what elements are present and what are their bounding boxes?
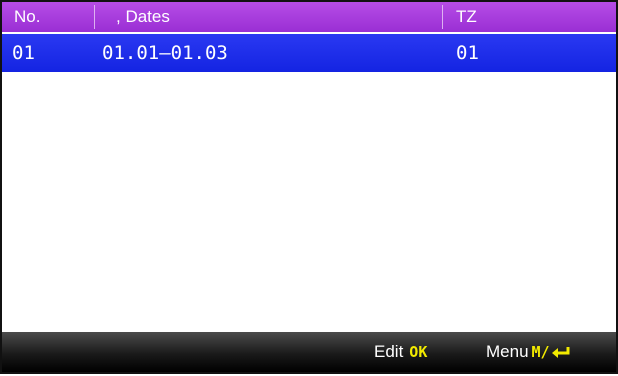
ok-key-label: OK <box>409 343 428 361</box>
menu-softkey[interactable]: Menu M/ <box>486 332 571 372</box>
table-header: No. , Dates TZ <box>2 2 616 32</box>
column-divider <box>94 5 95 29</box>
column-header-no[interactable]: No. <box>14 2 40 32</box>
table-row-selected[interactable]: 01 01.01—01.03 01 <box>2 34 616 72</box>
row-tz: 01 <box>456 42 479 64</box>
softkey-bar: Edit OK Menu M/ <box>2 332 616 372</box>
column-header-dates[interactable]: , Dates <box>116 2 170 32</box>
column-header-tz[interactable]: TZ <box>456 2 477 32</box>
enter-arrow-icon <box>551 335 571 372</box>
menu-label: Menu <box>486 342 529 361</box>
screen-frame: No. , Dates TZ 01 01.01—01.03 01 Edit OK … <box>0 0 618 374</box>
edit-label: Edit <box>374 342 404 361</box>
edit-softkey[interactable]: Edit OK <box>374 332 427 372</box>
row-dates: 01.01—01.03 <box>102 42 228 64</box>
column-divider <box>442 5 443 29</box>
menu-key-label: M/ <box>531 343 550 361</box>
row-no: 01 <box>12 42 35 64</box>
